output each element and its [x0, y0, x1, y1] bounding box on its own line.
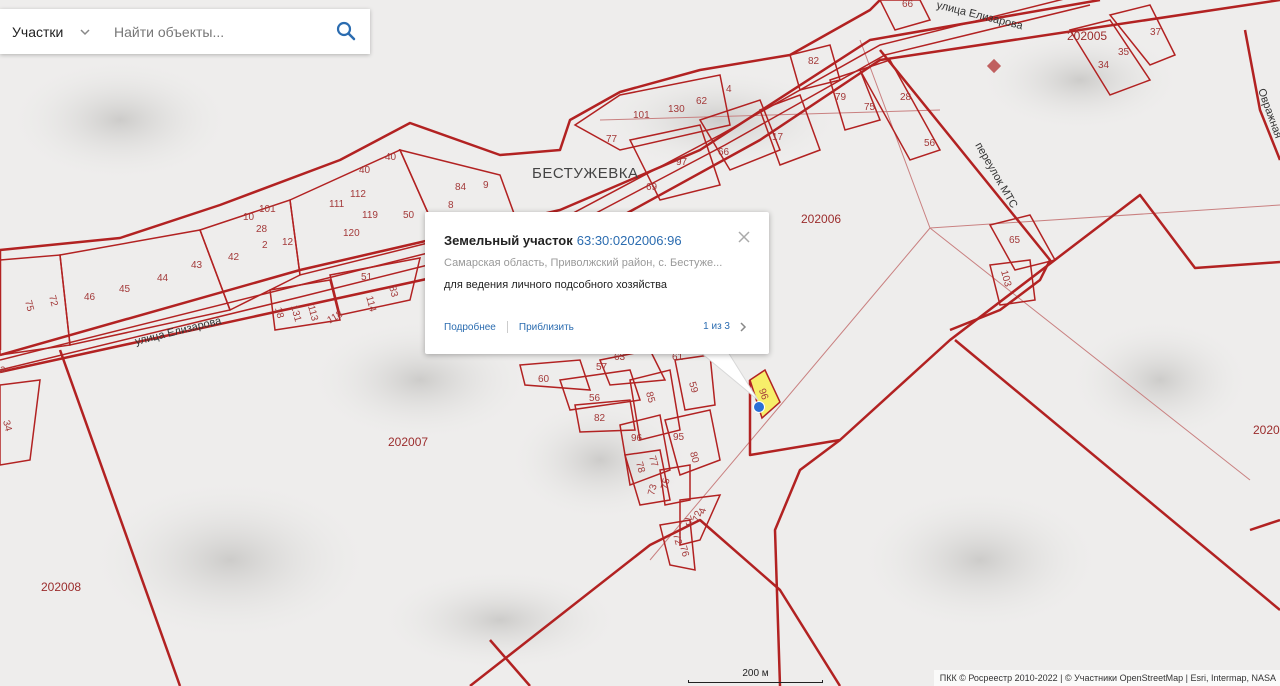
district-2020: 2020 [1253, 423, 1280, 437]
popup-actions: Подробнее Приблизить [444, 321, 574, 333]
parcel-label: 66 [902, 0, 914, 10]
scale-bar: 200 м [688, 668, 823, 683]
parcel-label: 37 [1150, 27, 1162, 38]
layer-select-dropdown[interactable]: Участки [0, 9, 112, 54]
close-icon[interactable] [737, 230, 751, 244]
parcel-label: 62 [696, 96, 708, 107]
parcel-label: 79 [835, 92, 847, 103]
parcel-label: 40 [359, 165, 371, 176]
parcel-label: 101 [633, 110, 650, 121]
parcel-label: 51 [361, 272, 373, 283]
parcel-label: 45 [119, 284, 131, 295]
parcel-label: 12 [282, 237, 294, 248]
parcel-label: 66 [718, 147, 730, 158]
parcel-label: 9 [483, 180, 489, 191]
district-202006: 202006 [801, 212, 841, 226]
parcel-label: 42 [228, 252, 240, 263]
parcel-label: 40 [385, 152, 397, 163]
details-link[interactable]: Подробнее [444, 322, 496, 333]
parcel-label: 46 [84, 292, 96, 303]
parcel-label: 8 [448, 200, 454, 211]
parcel-label: 97 [676, 157, 688, 168]
zoom-to-link[interactable]: Приблизить [519, 322, 574, 333]
parcel-label: 57 [596, 362, 608, 373]
parcel-label: 50 [403, 210, 415, 221]
popup-title-text: Земельный участок [444, 233, 573, 248]
district-202008: 202008 [41, 580, 81, 594]
cadastral-number-link[interactable]: 63:30:0202006:96 [577, 233, 682, 248]
layer-select-label: Участки [12, 23, 64, 40]
parcel-label: 35 [1118, 47, 1130, 58]
parcel-label: 60 [538, 374, 550, 385]
parcel-label: 77 [606, 134, 618, 145]
popup-title: Земельный участок 63:30:0202006:96 [444, 233, 682, 248]
popup-address: Самарская область, Приволжский район, с.… [444, 257, 723, 269]
map-attribution: ПКК © Росреестр 2010-2022 | © Участники … [933, 670, 1280, 686]
parcel-label: 96 [631, 433, 643, 444]
divider [506, 321, 508, 333]
parcel-label: 120 [343, 228, 360, 239]
parcel-label: 10 [243, 212, 255, 223]
parcel-label: 44 [157, 273, 169, 284]
parcel-label: 2 [262, 240, 268, 251]
chevron-right-icon [740, 321, 747, 332]
town-label: БЕСТУЖЕВКА [532, 165, 638, 182]
parcel-label: a [0, 364, 6, 375]
parcel-label: 17 [772, 132, 784, 143]
search-bar: Участки [0, 9, 370, 54]
chevron-down-icon [80, 28, 90, 35]
parcel-label: 101 [259, 204, 276, 215]
parcel-label: 28 [256, 224, 268, 235]
parcel-label: 82 [808, 56, 820, 67]
pager-label: 1 из 3 [703, 321, 730, 332]
parcel-label: 111 [329, 199, 345, 210]
parcel-label: 56 [924, 138, 936, 149]
parcel-label: 82 [594, 413, 606, 424]
parcel-label: 65 [1009, 235, 1021, 246]
parcel-label: 75 [864, 102, 876, 113]
scale-line [688, 680, 823, 683]
district-202005: 202005 [1067, 29, 1107, 43]
parcel-label: 56 [589, 393, 601, 404]
scale-label: 200 м [742, 668, 769, 679]
parcel-label: 112 [350, 189, 366, 200]
parcel-label: 119 [362, 210, 378, 221]
location-marker[interactable] [753, 401, 765, 413]
parcel-label: 84 [455, 182, 467, 193]
parcel-label: 28 [900, 92, 912, 103]
search-icon[interactable] [336, 21, 356, 41]
popup-pointer [700, 352, 759, 401]
parcel-label: 95 [673, 432, 685, 443]
search-input[interactable] [112, 15, 331, 48]
popup-pager[interactable]: 1 из 3 [703, 321, 747, 332]
parcel-label: 43 [191, 260, 203, 271]
popup-purpose: для ведения личного подсобного хозяйства [444, 279, 667, 291]
parcel-label: 4 [726, 84, 732, 95]
parcel-label: 69 [646, 182, 658, 193]
parcel-label: 130 [668, 104, 685, 115]
district-202007: 202007 [388, 435, 428, 449]
parcel-info-popup: Земельный участок 63:30:0202006:96 Самарс… [425, 212, 769, 354]
parcel-label: 34 [1098, 60, 1110, 71]
